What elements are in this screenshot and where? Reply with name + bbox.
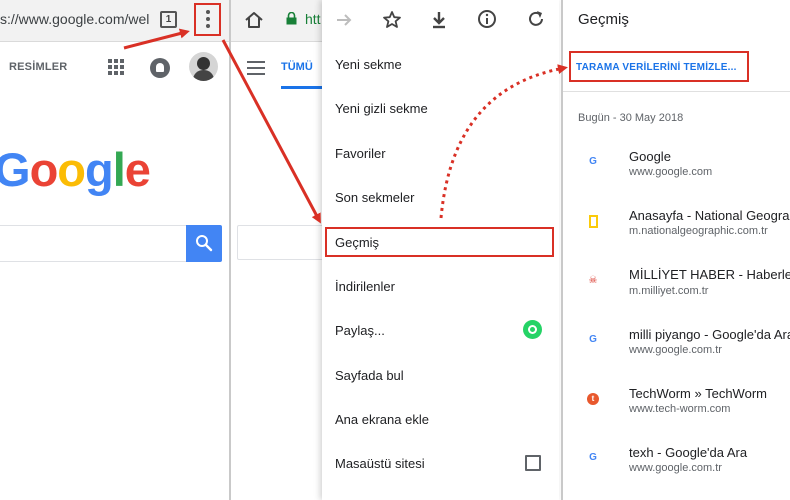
- history-entry-title[interactable]: MİLLİYET HABER - Haberler - S: [629, 267, 790, 282]
- history-entry-url: www.google.com.tr: [629, 462, 722, 474]
- reload-icon[interactable]: [526, 9, 546, 29]
- history-entry-url: m.milliyet.com.tr: [629, 285, 709, 297]
- menu-item-bookmarks[interactable]: Favoriler: [335, 146, 386, 161]
- tab-switcher-button[interactable]: 1: [160, 11, 177, 28]
- history-entry-title[interactable]: texh - Google'da Ara: [629, 445, 747, 460]
- search-input[interactable]: [237, 225, 322, 260]
- page-title: Geçmiş: [578, 11, 629, 28]
- clear-browsing-data-button[interactable]: TARAMA VERİLERİNİ TEMİZLE...: [576, 62, 737, 73]
- whatsapp-icon[interactable]: [523, 320, 542, 339]
- history-entry-title[interactable]: TechWorm » TechWorm: [629, 386, 767, 401]
- apps-grid-icon[interactable]: [108, 59, 124, 75]
- home-icon[interactable]: [243, 10, 265, 30]
- hamburger-menu-icon[interactable]: [247, 61, 265, 75]
- menu-item-add-to-home-screen[interactable]: Ana ekrana ekle: [335, 412, 429, 427]
- notifications-icon[interactable]: [150, 58, 170, 78]
- chrome-overflow-menu: Yeni sekme Yeni gizli sekme Favoriler So…: [322, 0, 559, 500]
- search-input[interactable]: [0, 225, 186, 262]
- logo-letter: o: [29, 143, 59, 196]
- menu-item-new-incognito-tab[interactable]: Yeni gizli sekme: [335, 101, 428, 116]
- lock-icon: [286, 12, 297, 25]
- menu-item-share[interactable]: Paylaş...: [335, 323, 385, 338]
- history-page: Geçmiş TARAMA VERİLERİNİ TEMİZLE... Bugü…: [563, 0, 790, 500]
- avatar[interactable]: [189, 52, 218, 81]
- google-icon: G: [589, 334, 597, 345]
- date-header: Bugün - 30 May 2018: [578, 112, 684, 124]
- logo-letter: l: [112, 143, 126, 196]
- google-logo: Google: [0, 142, 151, 197]
- history-entry-url: m.nationalgeographic.com.tr: [629, 225, 768, 237]
- google-icon: G: [589, 452, 597, 463]
- tab-indicator: [281, 86, 322, 89]
- divider: [563, 91, 790, 92]
- logo-letter: G: [0, 143, 31, 196]
- menu-item-history[interactable]: Geçmiş: [335, 235, 379, 250]
- techworm-icon: t: [587, 393, 599, 405]
- history-entry-url: www.google.com: [629, 166, 713, 178]
- desktop-site-checkbox[interactable]: [525, 455, 541, 471]
- google-icon: G: [589, 156, 597, 167]
- menu-item-downloads[interactable]: İndirilenler: [335, 279, 395, 294]
- star-icon[interactable]: [382, 10, 402, 30]
- history-entry-title[interactable]: Google: [629, 149, 671, 164]
- tab-all[interactable]: TÜMÜ: [281, 61, 313, 73]
- forward-arrow-icon[interactable]: [335, 11, 353, 29]
- address-bar[interactable]: htt: [305, 11, 321, 27]
- download-icon[interactable]: [430, 10, 448, 30]
- browser-panel-menu-background: htt TÜMÜ: [231, 0, 322, 500]
- history-entry-title[interactable]: Anasayfa - National Geographic: [629, 208, 790, 223]
- highlight-box-menu-button: [194, 3, 221, 36]
- menu-icon-row: [322, 0, 559, 42]
- menu-item-new-tab[interactable]: Yeni sekme: [335, 57, 402, 72]
- search-button[interactable]: [186, 225, 222, 262]
- browser-panel-google: s://www.google.com/wel 1 RESİMLER Google: [0, 0, 229, 500]
- logo-letter: g: [85, 143, 114, 196]
- nav-images-link[interactable]: RESİMLER: [9, 61, 67, 73]
- history-entry-title[interactable]: milli piyango - Google'da Ara: [629, 327, 790, 342]
- toolbar: htt: [231, 0, 322, 42]
- address-bar[interactable]: s://www.google.com/wel: [0, 11, 149, 27]
- milliyet-icon: ☠: [588, 275, 598, 286]
- logo-letter: o: [57, 143, 86, 196]
- natgeo-icon: [589, 215, 598, 228]
- menu-item-desktop-site[interactable]: Masaüstü sitesi: [335, 456, 425, 471]
- menu-item-recent-tabs[interactable]: Son sekmeler: [335, 190, 414, 205]
- history-entry-url: www.tech-worm.com: [629, 403, 731, 415]
- search-icon: [196, 235, 213, 252]
- history-entry-url: www.google.com.tr: [629, 344, 722, 356]
- logo-letter: e: [124, 143, 151, 196]
- info-icon[interactable]: [477, 9, 497, 29]
- menu-item-find-in-page[interactable]: Sayfada bul: [335, 368, 404, 383]
